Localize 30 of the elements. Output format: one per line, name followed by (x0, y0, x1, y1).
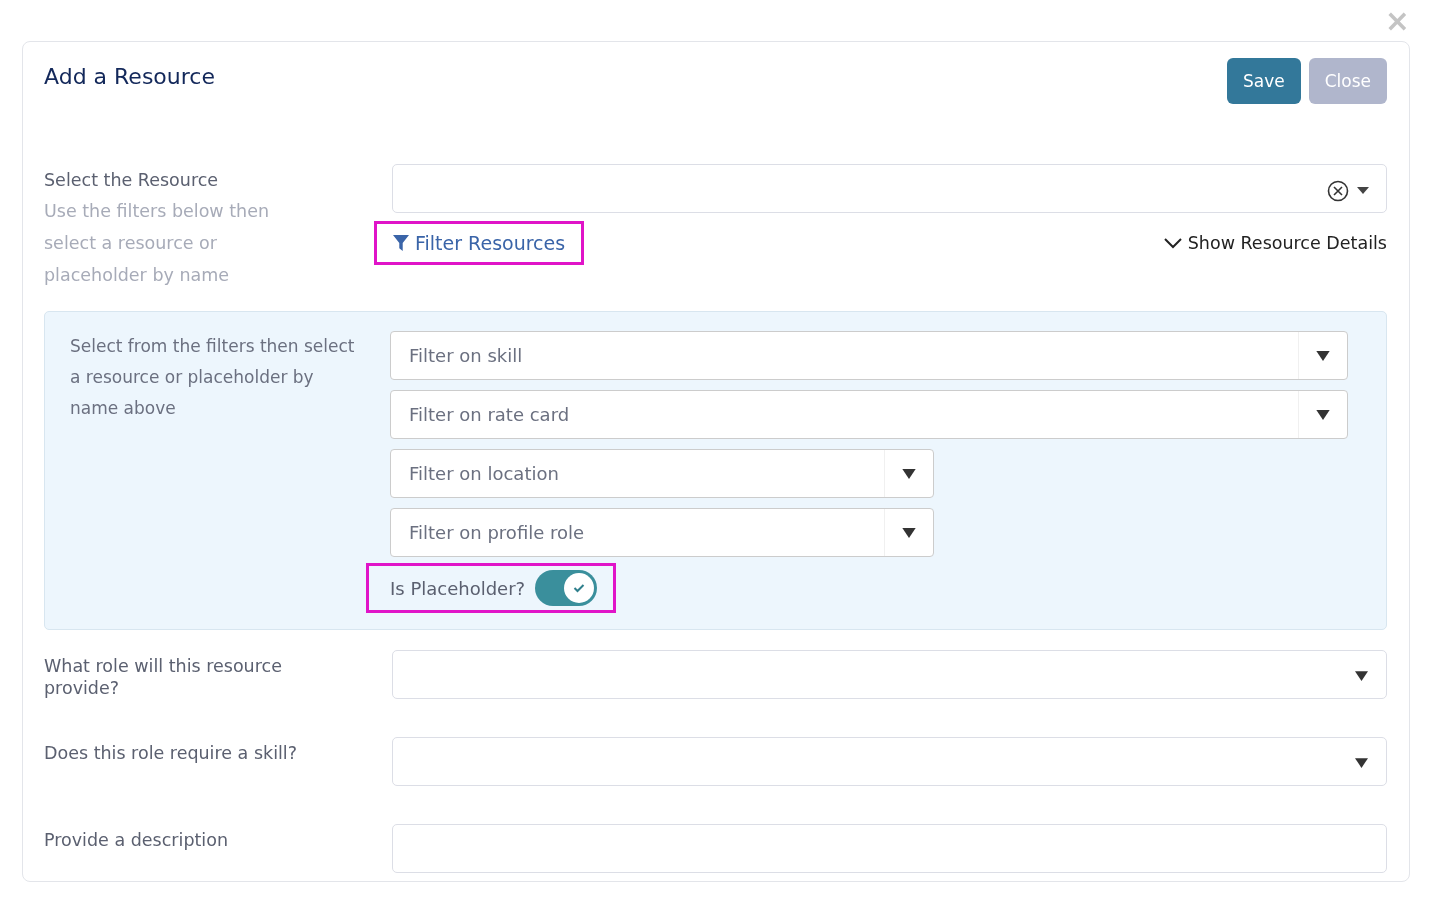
filter-dropdown[interactable]: Filter on profile role (390, 508, 934, 557)
field-label: Select the Resource (44, 169, 220, 191)
field-label: Does this role require a skill? (44, 742, 299, 764)
clear-icon[interactable] (1327, 180, 1349, 202)
field-hint: Use the filters below then select a resource or placeholder by name (44, 200, 271, 287)
filter-icon (393, 235, 409, 251)
caret-icon[interactable] (1316, 409, 1330, 420)
select-field[interactable] (392, 650, 1387, 699)
toggle-label: Is Placeholder? (390, 577, 526, 599)
check-icon (573, 583, 586, 593)
placeholder-toggle[interactable] (535, 570, 598, 606)
caret-icon[interactable] (1357, 187, 1369, 194)
caret-icon[interactable] (902, 527, 916, 538)
save-button[interactable]: Save (1226, 58, 1301, 104)
show-details-link[interactable]: Show Resource Details (1163, 233, 1387, 253)
filter-resources-link[interactable]: Filter Resources (374, 221, 585, 265)
caret-icon[interactable] (1355, 671, 1368, 681)
field-label: Provide a description (44, 829, 229, 851)
filter-dropdown[interactable]: Filter on rate card (390, 390, 1348, 439)
filter-dropdown[interactable]: Filter on skill (390, 331, 1348, 380)
chevron-icon (1163, 237, 1182, 249)
description-field[interactable] (392, 824, 1387, 873)
caret-icon[interactable] (1355, 758, 1368, 768)
caret-icon[interactable] (1316, 350, 1330, 361)
dialog-title: Add a Resource (44, 64, 215, 89)
field-label: What role will this resource provide? (44, 655, 283, 699)
caret-icon[interactable] (902, 468, 916, 479)
filter-dropdown[interactable]: Filter on location (390, 449, 934, 498)
select-field[interactable] (392, 737, 1387, 786)
filter-hint: Select from the filters then select a resource or placeholder by name above (70, 335, 356, 420)
